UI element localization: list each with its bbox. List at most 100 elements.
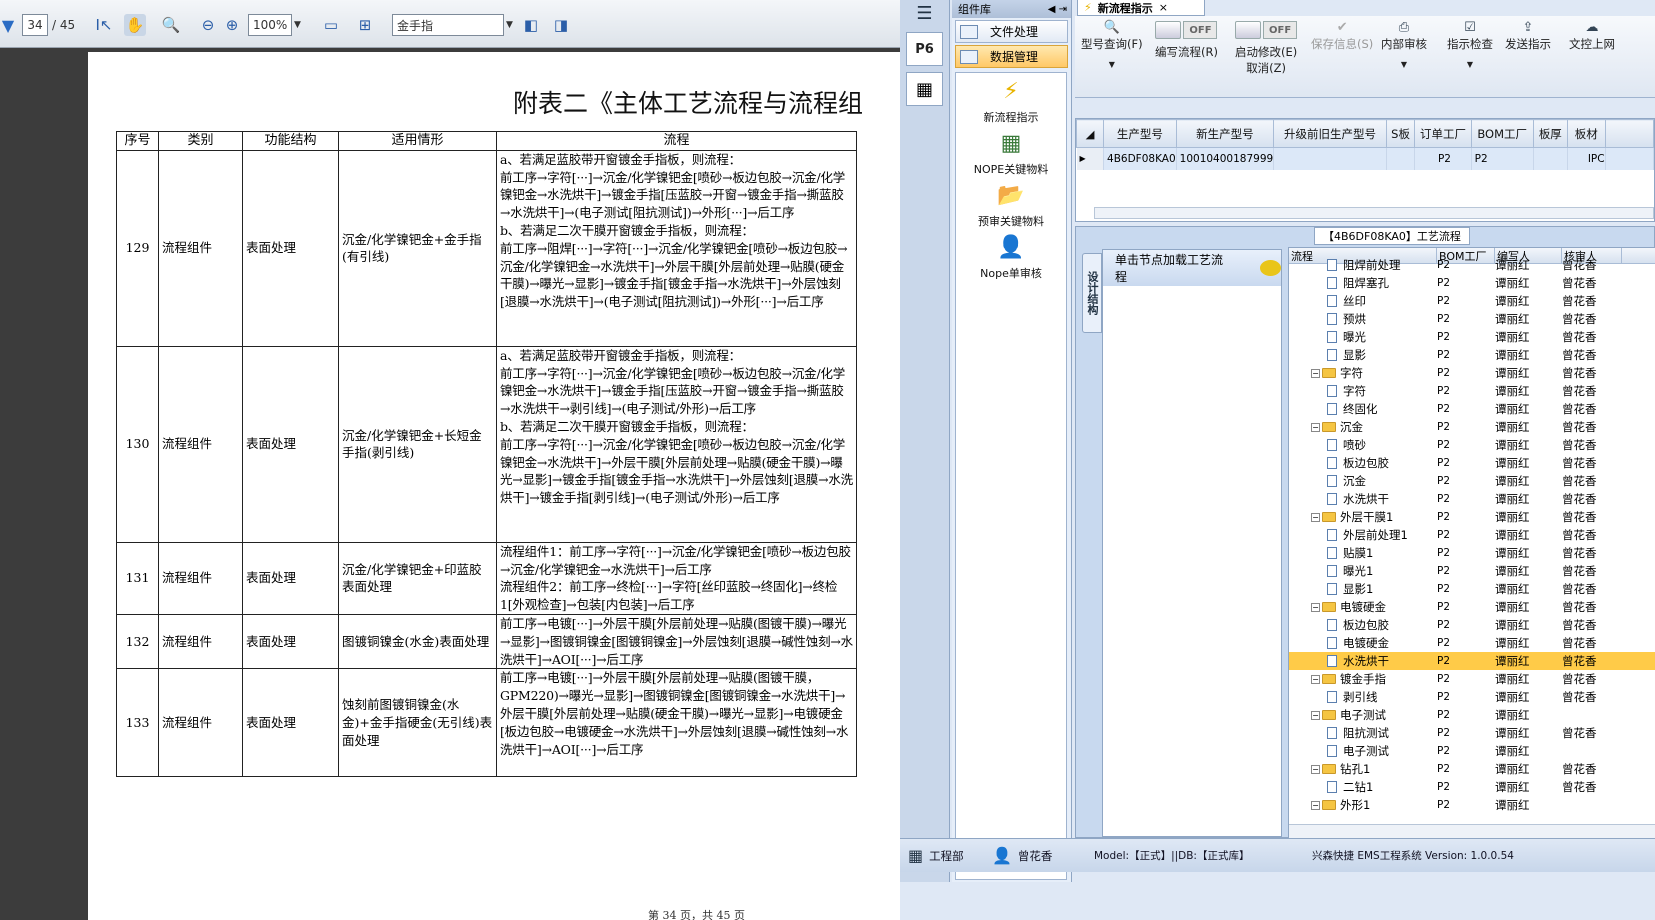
tree-row[interactable]: − 钻孔1 P2 谭丽红 曾花香 [1289, 760, 1655, 778]
file-processing-button[interactable]: 文件处理 [955, 20, 1068, 43]
zoom-in-icon[interactable]: ⊕ [221, 14, 243, 36]
search-dropdown-icon[interactable]: ▼ [506, 20, 513, 30]
pre-review-material-item[interactable]: 📂 预审关键物料 [956, 183, 1066, 229]
tree-node[interactable]: 板边包胶 [1289, 617, 1437, 633]
nope-review-item[interactable]: 👤 Nope单审核 [956, 235, 1066, 281]
grid-header[interactable]: 板厚 [1532, 119, 1568, 148]
grid-scrollbar[interactable] [1094, 207, 1654, 219]
tree-row[interactable]: − 电子测试 P2 谭丽红 [1289, 706, 1655, 724]
tree-node[interactable]: 沉金 [1289, 473, 1437, 489]
tree-row[interactable]: − 电镀硬金 P2 谭丽红 曾花香 [1289, 598, 1655, 616]
tree-node[interactable]: 剥引线 [1289, 689, 1437, 705]
tab-design-structure[interactable]: 设计结构 [1082, 253, 1102, 333]
tree-node[interactable]: − 外层干膜1 [1289, 509, 1437, 525]
grid-cell[interactable] [1605, 147, 1655, 170]
collapse-icon[interactable]: − [1311, 512, 1320, 522]
tree-node[interactable]: 终固化 [1289, 401, 1437, 417]
tree-row[interactable]: − 外层干膜1 P2 谭丽红 曾花香 [1289, 508, 1655, 526]
tree-row[interactable]: 沉金 P2 谭丽红 曾花香 [1289, 472, 1655, 490]
fit-window-icon[interactable]: ⊞ [354, 14, 376, 36]
grid-cell[interactable]: P2 [1471, 147, 1534, 170]
grid-header[interactable]: 升级前旧生产型号 [1273, 119, 1387, 148]
tree-row[interactable]: − 沉金 P2 谭丽红 曾花香 [1289, 418, 1655, 436]
grid-header[interactable]: BOM工厂 [1470, 119, 1534, 148]
next-page-icon[interactable]: ▼ [0, 14, 16, 36]
grid-header[interactable]: 新生产型号 [1175, 119, 1275, 148]
tree-node[interactable]: 电子测试 [1289, 743, 1437, 759]
model-query-button[interactable]: 🔍 型号查询(F) ▼ [1081, 20, 1143, 69]
tree-row[interactable]: 丝印 P2 谭丽红 曾花香 [1289, 292, 1655, 310]
tree-node[interactable]: 丝印 [1289, 293, 1437, 309]
grid-corner[interactable]: ◢ [1075, 119, 1105, 148]
zoom-out-icon[interactable]: ⊖ [197, 14, 219, 36]
collapse-icon[interactable]: − [1311, 800, 1320, 810]
tree-node[interactable]: 显影1 [1289, 581, 1437, 597]
tree-row[interactable]: 贴膜1 P2 谭丽红 曾花香 [1289, 544, 1655, 562]
tree-row[interactable]: 水洗烘干 P2 谭丽红 曾花香 [1289, 652, 1655, 670]
tree-row[interactable]: 阻焊前处理 P2 谭丽红 曾花香 [1289, 256, 1655, 274]
tree-node[interactable]: − 字符 [1289, 365, 1437, 381]
tree-node[interactable]: 曝光1 [1289, 563, 1437, 579]
tree-row[interactable]: − 镀金手指 P2 谭丽红 曾花香 [1289, 670, 1655, 688]
collapse-icon[interactable]: − [1311, 368, 1320, 378]
tree-row[interactable]: 字符 P2 谭丽红 曾花香 [1289, 382, 1655, 400]
collapse-icon[interactable]: − [1311, 674, 1320, 684]
tree-row[interactable]: 板边包胶 P2 谭丽红 曾花香 [1289, 454, 1655, 472]
search-input[interactable]: 金手指 [392, 14, 504, 36]
internal-review-button[interactable]: ⎙ 内部审核 ▼ [1381, 20, 1427, 69]
fit-page-icon[interactable]: ▭ [320, 14, 342, 36]
tree-row[interactable]: 预烘 P2 谭丽红 曾花香 [1289, 310, 1655, 328]
grid-header[interactable]: 订单工厂 [1414, 119, 1472, 148]
menu-icon[interactable]: ☰ [900, 0, 949, 26]
grid-cell[interactable]: 4B6DF08KA0 [1103, 147, 1177, 170]
start-edit-toggle[interactable]: OFF 启动修改(E) 取消(Z) [1235, 20, 1297, 76]
grid-cell[interactable] [1533, 147, 1568, 170]
tree-node[interactable]: 阻焊前处理 [1289, 257, 1437, 273]
collapse-icon[interactable]: − [1311, 602, 1320, 612]
find-next-icon[interactable]: ◨ [550, 14, 572, 36]
tree-node[interactable]: − 电子测试 [1289, 707, 1437, 723]
tree-row[interactable]: 终固化 P2 谭丽红 曾花香 [1289, 400, 1655, 418]
tree-node[interactable]: 阻焊塞孔 [1289, 275, 1437, 291]
cancel-label[interactable]: 取消(Z) [1246, 60, 1286, 76]
tree-node[interactable]: − 钻孔1 [1289, 761, 1437, 777]
tree-node[interactable]: 喷砂 [1289, 437, 1437, 453]
tree-node[interactable]: 外层前处理1 [1289, 527, 1437, 543]
grid-cell[interactable] [1273, 147, 1387, 170]
tree-row[interactable]: 水洗烘干 P2 谭丽红 曾花香 [1289, 490, 1655, 508]
tree-node[interactable]: 曝光 [1289, 329, 1437, 345]
tree-scrollbar[interactable] [1289, 824, 1655, 838]
tree-node[interactable]: 二钻1 [1289, 779, 1437, 795]
tree-row[interactable]: 阻抗测试 P2 谭丽红 曾花香 [1289, 724, 1655, 742]
tree-row[interactable]: 喷砂 P2 谭丽红 曾花香 [1289, 436, 1655, 454]
grid-cell[interactable]: 10010400187999 [1176, 147, 1275, 170]
select-text-icon[interactable]: I↖ [93, 14, 115, 36]
tree-node[interactable]: − 镀金手指 [1289, 671, 1437, 687]
save-info-button[interactable]: ✔ 保存信息(S) [1311, 20, 1373, 52]
new-flow-instruction-item[interactable]: ⚡ 新流程指示 [956, 79, 1066, 125]
grid-row[interactable]: ▶ 4B6DF08KA0 10010400187999 P2 P2 IPC [1076, 147, 1655, 170]
tree-row[interactable]: 剥引线 P2 谭丽红 曾花香 [1289, 688, 1655, 706]
tree-row[interactable]: − 字符 P2 谭丽红 曾花香 [1289, 364, 1655, 382]
tree-node[interactable]: 电镀硬金 [1289, 635, 1437, 651]
close-icon[interactable]: × [1159, 1, 1168, 14]
grid-header[interactable]: 板材 [1566, 119, 1606, 148]
write-flow-toggle[interactable]: OFF 编写流程(R) [1155, 20, 1218, 60]
tree-node[interactable]: 板边包胶 [1289, 455, 1437, 471]
zoom-dropdown-icon[interactable]: ▼ [294, 20, 301, 30]
tree-row[interactable]: 显影 P2 谭丽红 曾花香 [1289, 346, 1655, 364]
grid-cell[interactable]: IPC [1567, 147, 1606, 170]
tree-row[interactable]: 曝光1 P2 谭丽红 曾花香 [1289, 562, 1655, 580]
nope-material-item[interactable]: ▦ NOPE关键物料 [956, 131, 1066, 177]
tree-node[interactable]: 贴膜1 [1289, 545, 1437, 561]
load-flow-hint[interactable]: 单击节点加载工艺流程 [1103, 250, 1281, 286]
tree-row[interactable]: − 外形1 P2 谭丽红 [1289, 796, 1655, 814]
tree-row[interactable]: 板边包胶 P2 谭丽红 曾花香 [1289, 616, 1655, 634]
find-previous-icon[interactable]: ◧ [520, 14, 542, 36]
tree-row[interactable]: 外层前处理1 P2 谭丽红 曾花香 [1289, 526, 1655, 544]
grid-header[interactable]: S板 [1385, 119, 1416, 148]
send-instruction-button[interactable]: ⇪ 发送指示 [1505, 20, 1551, 52]
zoom-tool-icon[interactable]: 🔍 [160, 14, 182, 36]
tree-node[interactable]: − 沉金 [1289, 419, 1437, 435]
grid-cell[interactable] [1386, 147, 1416, 170]
